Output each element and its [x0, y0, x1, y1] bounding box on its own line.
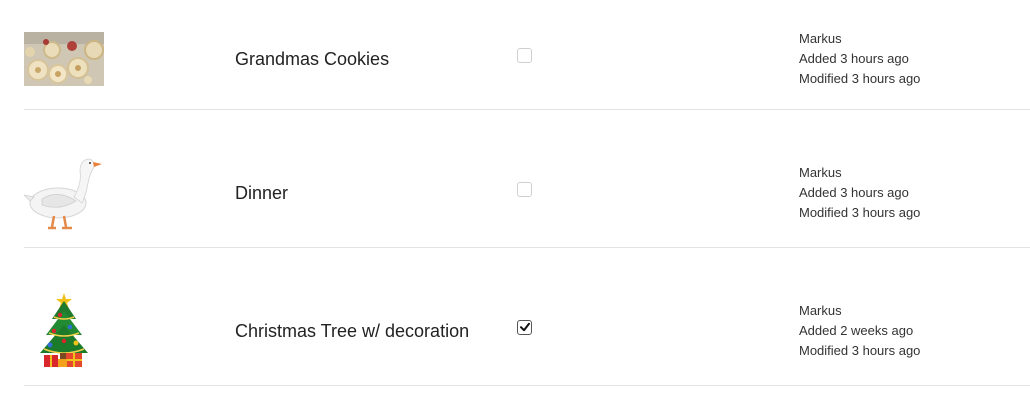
list-item[interactable]: Christmas Tree w/ decoration Markus Adde… [24, 247, 1030, 386]
item-title[interactable]: Grandmas Cookies [235, 49, 389, 70]
item-title[interactable]: Christmas Tree w/ decoration [235, 321, 469, 342]
checkmark-icon [520, 322, 530, 332]
item-modified: Modified 3 hours ago [799, 343, 921, 358]
christmas-tree-thumbnail[interactable] [24, 291, 104, 371]
item-author: Markus [799, 31, 842, 46]
item-list: Grandmas Cookies Markus Added 3 hours ag… [0, 0, 1030, 401]
cookies-thumbnail[interactable] [24, 32, 104, 86]
item-meta: Markus Added 3 hours ago Modified 3 hour… [799, 29, 920, 89]
item-author: Markus [799, 303, 842, 318]
item-title[interactable]: Dinner [235, 183, 288, 204]
item-modified: Modified 3 hours ago [799, 71, 921, 86]
item-added: Added 2 weeks ago [799, 323, 914, 338]
item-author: Markus [799, 165, 842, 180]
item-checkbox[interactable] [517, 182, 532, 197]
item-checkbox[interactable] [517, 48, 532, 63]
goose-thumbnail[interactable] [24, 153, 104, 233]
item-checkbox-checked[interactable] [517, 320, 532, 335]
item-meta: Markus Added 3 hours ago Modified 3 hour… [799, 163, 920, 223]
item-modified: Modified 3 hours ago [799, 205, 921, 220]
list-item[interactable]: Dinner Markus Added 3 hours ago Modified… [24, 109, 1030, 248]
list-item[interactable]: Grandmas Cookies Markus Added 3 hours ag… [24, 0, 1030, 110]
item-added: Added 3 hours ago [799, 51, 909, 66]
item-added: Added 3 hours ago [799, 185, 909, 200]
item-meta: Markus Added 2 weeks ago Modified 3 hour… [799, 301, 920, 361]
